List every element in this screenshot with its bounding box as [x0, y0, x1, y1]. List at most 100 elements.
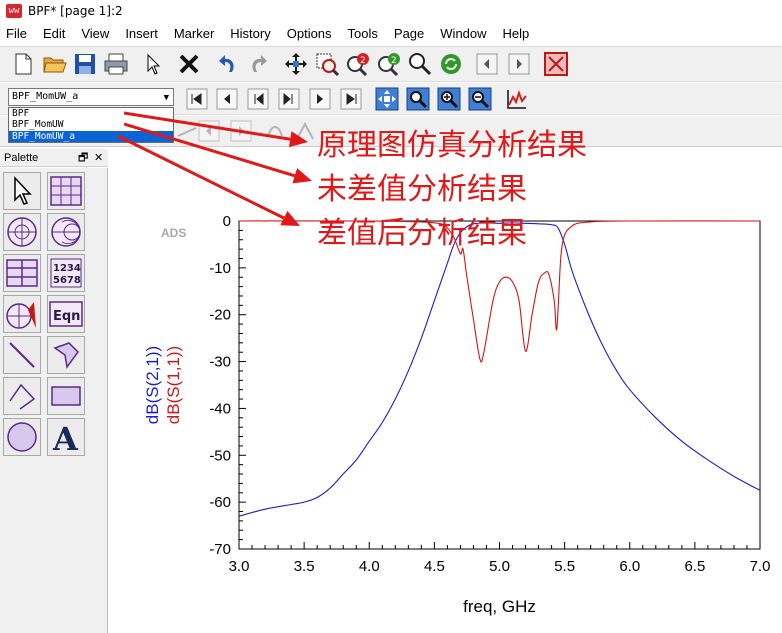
main-toolbar: 2 2 — [0, 46, 782, 82]
float-panel-icon[interactable]: 🗗 — [78, 149, 88, 167]
rectangular-plot-icon[interactable] — [47, 172, 85, 210]
dataset-option-selected[interactable]: BPF_MomUW_a — [9, 130, 173, 142]
equation-label: Eqn — [53, 309, 80, 324]
marker-peak-icon[interactable] — [292, 118, 318, 144]
menu-help[interactable]: Help — [495, 23, 538, 45]
menu-view[interactable]: View — [73, 23, 117, 45]
zoom-in-icon[interactable] — [436, 86, 462, 112]
palette-panel: 1234 5678 Eqn A — [0, 168, 108, 633]
polygon-tool-icon[interactable] — [47, 336, 85, 374]
fit-view-icon[interactable] — [374, 86, 400, 112]
x-tick-label: 5.0 — [489, 558, 510, 575]
y-tick-label: -60 — [209, 494, 231, 511]
plot-trace-icon[interactable] — [504, 86, 530, 112]
x-tick-label: 7.0 — [750, 558, 771, 575]
list-table-icon[interactable] — [3, 254, 41, 292]
x-tick-label: 3.5 — [294, 558, 315, 575]
y-tick-label: 0 — [223, 213, 231, 230]
palette-header: Palette 🗗 ✕ — [0, 149, 108, 167]
x-tick-label: 6.0 — [619, 558, 640, 575]
annotation-schematic-result: 原理图仿真分析结果 — [317, 128, 587, 163]
y-axis-label-s21: dB(S(2,1)) — [143, 346, 162, 424]
new-file-icon[interactable] — [10, 51, 36, 77]
refresh-icon[interactable] — [438, 51, 464, 77]
pointer-tool-icon[interactable] — [3, 172, 41, 210]
close-panel-icon[interactable]: ✕ — [94, 149, 103, 167]
open-folder-icon[interactable] — [42, 51, 68, 77]
annotation-uninterpolated-result: 未差值分析结果 — [317, 172, 527, 207]
dataset-options-list: BPF BPF_MomUW BPF_MomUW_a — [8, 107, 174, 143]
delete-icon[interactable] — [176, 51, 202, 77]
plot-frame — [238, 220, 761, 550]
series-s21-line — [239, 222, 760, 517]
undo-icon[interactable] — [214, 51, 240, 77]
y-tick-label: -10 — [209, 260, 231, 277]
counter-label-top: 1234 — [53, 263, 81, 274]
dataset-option[interactable]: BPF — [9, 108, 173, 119]
counter-label-bottom: 5678 — [53, 275, 81, 286]
redo-icon[interactable] — [246, 51, 272, 77]
zoom-icon[interactable] — [407, 51, 433, 77]
x-tick-label: 6.5 — [684, 558, 705, 575]
menu-insert[interactable]: Insert — [117, 23, 166, 45]
menu-tools[interactable]: Tools — [340, 23, 386, 45]
x-tick-label: 4.5 — [424, 558, 445, 575]
x-axis-label: freq, GHz — [463, 597, 536, 616]
dataset-option[interactable]: BPF_MomUW — [9, 119, 173, 130]
menu-edit[interactable]: Edit — [35, 23, 73, 45]
polar-plot-icon[interactable] — [3, 213, 41, 251]
circle-tool-icon[interactable] — [3, 418, 41, 456]
stacked-list-icon[interactable]: 1234 5678 — [47, 254, 85, 292]
text-tool-icon[interactable]: A — [47, 418, 85, 456]
step-back-icon[interactable] — [245, 86, 271, 112]
marker-move-icon[interactable] — [262, 118, 288, 144]
menu-file[interactable]: File — [0, 23, 35, 45]
menu-history[interactable]: History — [222, 23, 278, 45]
y-tick-label: -40 — [209, 400, 231, 417]
print-icon[interactable] — [103, 51, 129, 77]
line-tool-icon[interactable] — [3, 336, 41, 374]
menu-marker[interactable]: Marker — [166, 23, 222, 45]
menu-bar: File Edit View Insert Marker History Opt… — [0, 23, 782, 45]
svg-text:2: 2 — [360, 56, 366, 66]
polyline-tool-icon[interactable] — [3, 377, 41, 415]
ads-watermark: ADS — [161, 226, 186, 240]
close-window-icon[interactable] — [543, 51, 569, 77]
select-pointer-icon[interactable] — [140, 51, 166, 77]
svg-text:2: 2 — [391, 56, 397, 66]
palette-title: Palette — [4, 152, 39, 164]
equation-icon[interactable]: Eqn — [47, 295, 85, 333]
y-axis-label-s11: dB(S(1,1)) — [164, 346, 183, 424]
dataset-dropdown[interactable]: BPF_MomUW_a ▼ — [8, 88, 174, 106]
page-back-icon[interactable] — [474, 51, 500, 77]
x-tick-label: 3.0 — [229, 558, 250, 575]
step-forward-icon[interactable] — [276, 86, 302, 112]
page-forward-icon[interactable] — [506, 51, 532, 77]
title-bar: ww BPF* [page 1]:2 — [0, 0, 782, 22]
annotation-interpolated-result: 差值后分析结果 — [317, 216, 527, 251]
previous-icon[interactable] — [214, 86, 240, 112]
zoom-out-icon[interactable] — [467, 86, 493, 112]
zoom-in-2x-icon[interactable]: 2 — [345, 51, 371, 77]
marker-add-icon[interactable] — [174, 118, 200, 144]
y-tick-label: -20 — [209, 307, 231, 324]
menu-window[interactable]: Window — [432, 23, 494, 45]
first-icon[interactable] — [184, 86, 210, 112]
marker-next-icon[interactable] — [228, 118, 254, 144]
next-icon[interactable] — [307, 86, 333, 112]
chevron-down-icon[interactable]: ▼ — [164, 90, 169, 106]
menu-page[interactable]: Page — [386, 23, 432, 45]
save-icon[interactable] — [72, 51, 98, 77]
zoom-fit-icon[interactable] — [405, 86, 431, 112]
smith-chart-icon[interactable] — [47, 213, 85, 251]
x-tick-label: 4.0 — [359, 558, 380, 575]
zoom-out-2x-icon[interactable]: 2 — [376, 51, 402, 77]
y-tick-label: -50 — [209, 447, 231, 464]
menu-options[interactable]: Options — [279, 23, 340, 45]
antenna-plot-icon[interactable] — [3, 295, 41, 333]
y-tick-label: -70 — [209, 541, 231, 558]
last-icon[interactable] — [338, 86, 364, 112]
zoom-area-icon[interactable] — [314, 51, 340, 77]
move-icon[interactable] — [283, 51, 309, 77]
rectangle-tool-icon[interactable] — [47, 377, 85, 415]
